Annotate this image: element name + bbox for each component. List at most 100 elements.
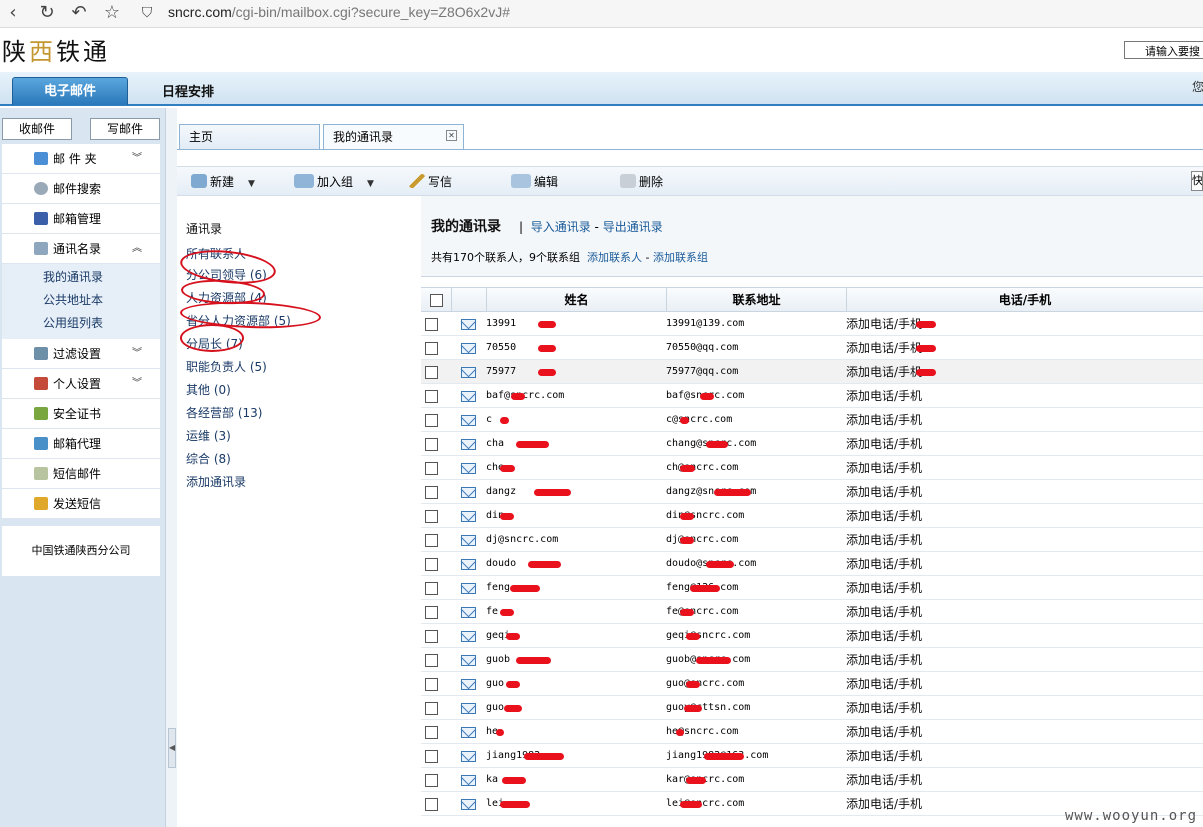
add-phone-link[interactable]: 添加电话/手机 (846, 384, 1046, 408)
contact-name[interactable]: 75977 (486, 360, 664, 384)
add-phone-link[interactable]: 添加电话/手机 (846, 792, 1046, 816)
mail-icon[interactable] (461, 415, 476, 426)
table-row[interactable]: din din@sncrc.com 添加电话/手机 (421, 504, 1203, 528)
contact-name[interactable]: doudo (486, 552, 664, 576)
contact-email[interactable]: 75977@qq.com (666, 360, 844, 384)
contact-email[interactable]: baf@sncrc.com (666, 384, 844, 408)
table-row[interactable]: c c@sncrc.com 添加电话/手机 (421, 408, 1203, 432)
row-checkbox[interactable] (425, 414, 438, 427)
sidebar-item-certificate[interactable]: 安全证书 (2, 399, 160, 429)
row-checkbox[interactable] (425, 798, 438, 811)
delete-contact-button[interactable]: 删除 (620, 173, 663, 190)
row-checkbox[interactable] (425, 654, 438, 667)
compose-mail-button[interactable]: 写邮件 (90, 118, 160, 140)
contact-name[interactable]: dangz (486, 480, 664, 504)
contact-name[interactable]: dj@sncrc.com (486, 528, 664, 552)
sidebar-item-send-sms[interactable]: 发送短信 (2, 489, 160, 519)
sidebar-item-personal[interactable]: 个人设置 ︾ (2, 369, 160, 399)
table-row[interactable]: geqi geqi@sncrc.com 添加电话/手机 (421, 624, 1203, 648)
write-mail-button[interactable]: 写信 (409, 173, 452, 190)
sidebar-sub-public-address[interactable]: 公共地址本 (2, 289, 160, 312)
row-checkbox[interactable] (425, 606, 438, 619)
add-phone-link[interactable]: 添加电话/手机 (846, 336, 1046, 360)
row-checkbox[interactable] (425, 366, 438, 379)
row-checkbox[interactable] (425, 582, 438, 595)
table-row[interactable]: guo guoy@cttsn.com 添加电话/手机 (421, 696, 1203, 720)
contact-name[interactable]: guob (486, 648, 664, 672)
tab-calendar[interactable]: 日程安排 (162, 81, 214, 100)
receive-mail-button[interactable]: 收邮件 (2, 118, 72, 140)
dropdown-icon[interactable]: ▼ (367, 179, 374, 189)
mail-icon[interactable] (461, 319, 476, 330)
add-phone-link[interactable]: 添加电话/手机 (846, 552, 1046, 576)
contact-email[interactable]: jiang1982@163.com (666, 744, 844, 768)
mail-icon[interactable] (461, 775, 476, 786)
add-phone-link[interactable]: 添加电话/手机 (846, 456, 1046, 480)
group-item[interactable]: 其他 (0) (186, 381, 231, 398)
collapse-handle[interactable]: ◀ (168, 728, 176, 768)
contact-email[interactable]: guob@sncrc.com (666, 648, 844, 672)
reload-icon[interactable]: ↻ (36, 2, 58, 24)
table-row[interactable]: baf@sncrc.combaf@sncrc.com添加电话/手机 (421, 384, 1203, 408)
row-checkbox[interactable] (425, 510, 438, 523)
table-row[interactable]: fengfeng@126.com添加电话/手机 (421, 576, 1203, 600)
add-phone-link[interactable]: 添加电话/手机 (846, 672, 1046, 696)
mail-icon[interactable] (461, 631, 476, 642)
row-checkbox[interactable] (425, 486, 438, 499)
contact-name[interactable]: cha (486, 432, 664, 456)
address-bar[interactable]: sncrc.com/cgi-bin/mailbox.cgi?secure_key… (168, 4, 510, 20)
sidebar-item-proxy[interactable]: 邮箱代理 (2, 429, 160, 459)
add-phone-link[interactable]: 添加电话/手机 (846, 600, 1046, 624)
sidebar-sub-my-contacts[interactable]: 我的通讯录 (2, 266, 160, 289)
contact-name[interactable]: c (486, 408, 664, 432)
table-row[interactable]: guo guo@sncrc.com 添加电话/手机 (421, 672, 1203, 696)
row-checkbox[interactable] (425, 678, 438, 691)
add-contact-link[interactable]: 添加联系人 (587, 251, 642, 264)
mail-icon[interactable] (461, 439, 476, 450)
table-row[interactable]: 13991 13991@139.com 添加电话/手机 (421, 312, 1203, 336)
row-checkbox[interactable] (425, 534, 438, 547)
table-row[interactable]: dangz dangz@sncrc.com 添加电话/手机 (421, 480, 1203, 504)
mail-icon[interactable] (461, 751, 476, 762)
add-phone-link[interactable]: 添加电话/手机 (846, 480, 1046, 504)
sidebar-item-search[interactable]: 邮件搜索 (2, 174, 160, 204)
contact-name[interactable]: 13991 (486, 312, 664, 336)
group-item[interactable]: 运维 (3) (186, 427, 231, 444)
contact-email[interactable]: 13991@139.com (666, 312, 844, 336)
contact-name[interactable]: jiang1982 (486, 744, 664, 768)
mail-icon[interactable] (461, 463, 476, 474)
row-checkbox[interactable] (425, 462, 438, 475)
row-checkbox[interactable] (425, 726, 438, 739)
tab-home[interactable]: 主页 (179, 124, 320, 149)
row-checkbox[interactable] (425, 318, 438, 331)
table-row[interactable]: he he@sncrc.com 添加电话/手机 (421, 720, 1203, 744)
table-row[interactable]: fe fe@sncrc.com 添加电话/手机 (421, 600, 1203, 624)
contact-email[interactable]: c@sncrc.com (666, 408, 844, 432)
mail-icon[interactable] (461, 703, 476, 714)
add-phone-link[interactable]: 添加电话/手机 (846, 360, 1046, 384)
pane-splitter[interactable]: ◀ (165, 108, 177, 827)
add-to-group-button[interactable]: 加入组 ▼ (294, 173, 374, 190)
sidebar-sub-public-groups[interactable]: 公用组列表 (2, 312, 160, 335)
add-phone-link[interactable]: 添加电话/手机 (846, 624, 1046, 648)
table-row[interactable]: dj@sncrc.com dj@sncrc.com 添加电话/手机 (421, 528, 1203, 552)
row-checkbox[interactable] (425, 702, 438, 715)
contact-name[interactable]: 70550 (486, 336, 664, 360)
export-contacts-link[interactable]: 导出通讯录 (603, 220, 663, 234)
select-all-checkbox[interactable] (429, 294, 443, 307)
table-row[interactable]: guobguob@sncrc.com添加电话/手机 (421, 648, 1203, 672)
top-search-input[interactable]: 请输入要搜 (1124, 41, 1203, 59)
mail-icon[interactable] (461, 487, 476, 498)
sidebar-item-folders[interactable]: 邮 件 夹 ︾ (2, 144, 160, 174)
column-phone[interactable]: 电话/手机 (847, 288, 1203, 312)
group-item[interactable]: 职能负责人 (5) (186, 358, 267, 375)
mail-icon[interactable] (461, 391, 476, 402)
sidebar-item-filter[interactable]: 过滤设置 ︾ (2, 339, 160, 369)
import-contacts-link[interactable]: 导入通讯录 (531, 220, 591, 234)
add-phone-link[interactable]: 添加电话/手机 (846, 312, 1046, 336)
table-row[interactable]: 70550 70550@qq.com 添加电话/手机 (421, 336, 1203, 360)
add-phone-link[interactable]: 添加电话/手机 (846, 744, 1046, 768)
add-phone-link[interactable]: 添加电话/手机 (846, 432, 1046, 456)
mail-icon[interactable] (461, 583, 476, 594)
tab-email[interactable]: 电子邮件 (12, 77, 128, 105)
